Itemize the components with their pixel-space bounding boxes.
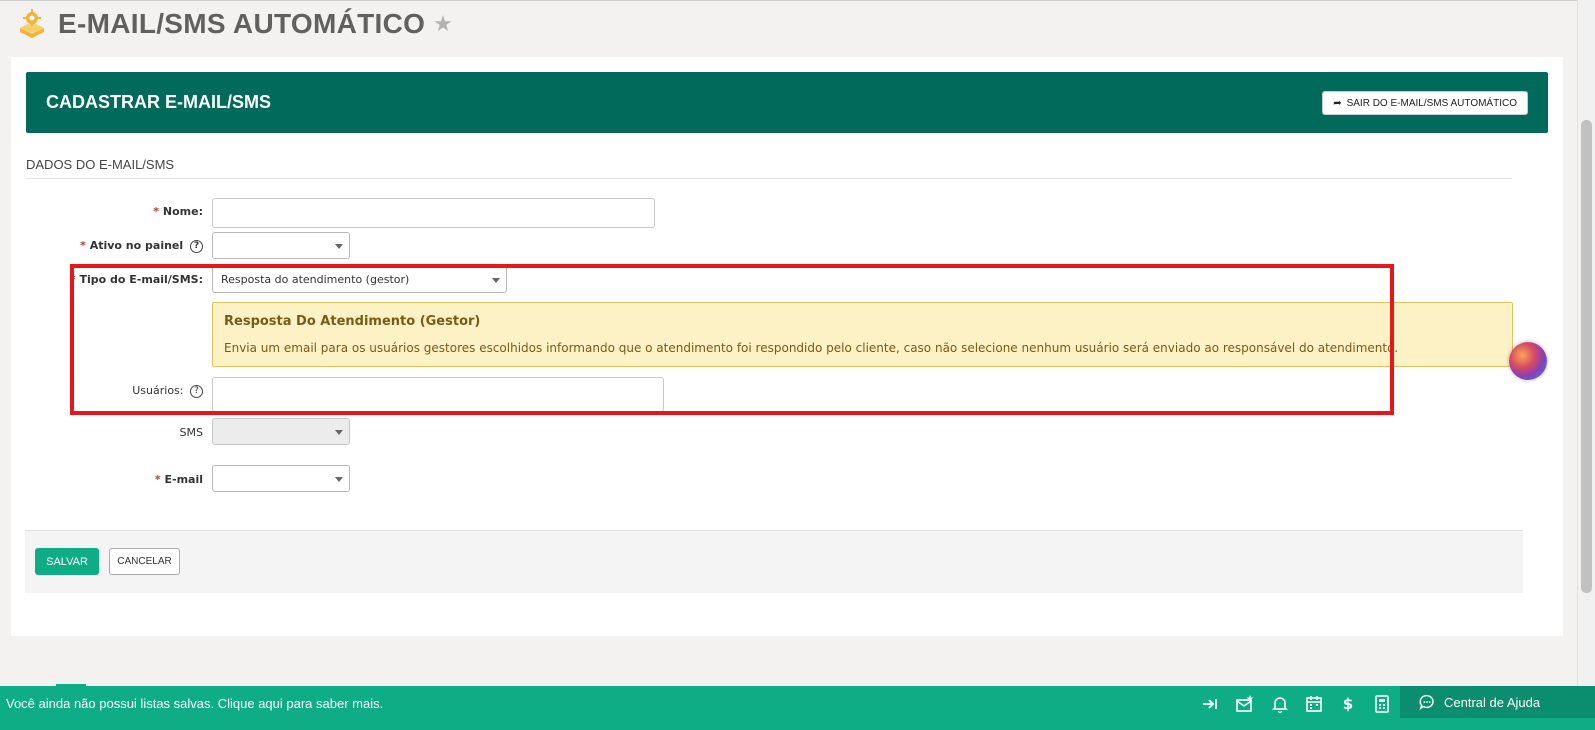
sms-select[interactable] [212,418,350,445]
scrollbar-thumb[interactable] [1581,120,1592,593]
favorite-star-icon[interactable]: ★ [433,12,453,37]
cancel-button[interactable]: CANCELAR [109,548,180,575]
exit-button[interactable]: ➦ SAIR DO E-MAIL/SMS AUTOMÁTICO [1322,91,1528,115]
collapse-right-icon[interactable] [1200,694,1220,714]
mail-star-icon[interactable] [1235,694,1255,714]
bottom-bar: Você ainda não possui listas salvas. Cli… [0,684,1595,730]
ativo-select[interactable] [212,232,350,259]
page-scrollbar[interactable] [1577,0,1595,686]
email-label: * E-mail [155,473,203,486]
bell-icon[interactable] [1270,694,1290,714]
sms-label: SMS [180,426,203,439]
chevron-down-icon [335,430,343,435]
bottom-tab-marker [56,684,86,686]
required-mark: * [80,239,86,252]
form-banner: CADASTRAR E-MAIL/SMS ➦ SAIR DO E-MAIL/SM… [26,72,1548,133]
nome-input[interactable] [212,198,655,228]
dollar-icon[interactable]: $ [1338,694,1358,714]
chevron-down-icon [335,477,343,482]
required-mark: * [153,205,160,218]
save-button[interactable]: SALVAR [35,548,99,575]
saved-lists-message[interactable]: Você ainda não possui listas salvas. Cli… [6,696,383,711]
email-select[interactable] [212,465,350,492]
banner-title: CADASTRAR E-MAIL/SMS [46,92,271,112]
nome-label-text: Nome: [162,205,203,218]
required-mark: * [154,473,161,486]
ativo-label-text: Ativo no painel [89,239,184,252]
chevron-down-icon [335,244,343,249]
help-center-button[interactable]: Central de Ajuda [1400,686,1595,718]
sms-label-text: SMS [179,426,203,439]
page-title: E-MAIL/SMS AUTOMÁTICO [58,8,426,39]
calendar-icon[interactable] [1304,694,1324,714]
exit-button-label: SAIR DO E-MAIL/SMS AUTOMÁTICO [1346,97,1517,109]
top-border [0,0,1595,1]
help-center-label: Central de Ajuda [1444,694,1541,710]
share-arrow-icon: ➦ [1333,97,1342,109]
assistant-orb-button[interactable] [1509,342,1547,380]
section-title: DADOS DO E-MAIL/SMS [26,157,1512,179]
section-title-text: DADOS DO E-MAIL/SMS [26,157,175,172]
nome-label: * Nome: [153,205,203,218]
highlight-box [70,264,1394,415]
chat-bubble-icon [1419,694,1434,710]
calculator-icon[interactable] [1372,694,1392,714]
page-header: E-MAIL/SMS AUTOMÁTICO ★ [16,6,453,42]
gear-box-logo-icon [20,9,44,38]
ativo-label: * Ativo no painel ? [80,239,203,253]
help-icon[interactable]: ? [190,240,203,253]
email-label-text: E-mail [164,473,203,486]
form-footer [25,530,1523,593]
